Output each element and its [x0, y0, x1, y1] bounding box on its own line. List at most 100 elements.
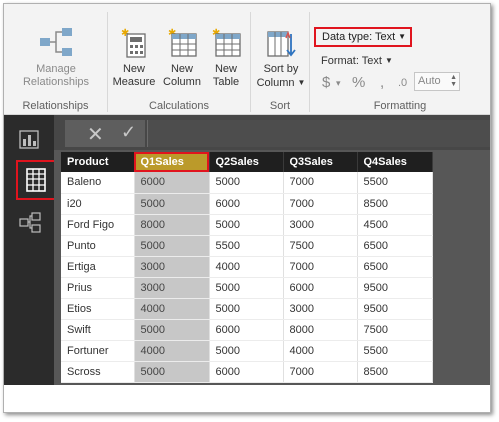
- table-cell[interactable]: 6000: [134, 172, 210, 194]
- relationships-group: Manage Relationships Relationships: [4, 4, 107, 114]
- table-cell[interactable]: 5000: [134, 319, 210, 341]
- table-cell[interactable]: 5000: [209, 214, 284, 236]
- table-row: Etios 4000 5000 3000 9500: [61, 298, 433, 320]
- table-cell[interactable]: 3000: [134, 256, 210, 278]
- sort-group-label: Sort: [269, 100, 291, 112]
- table-cell[interactable]: 6000: [209, 361, 284, 383]
- table-cell[interactable]: 7000: [283, 361, 358, 383]
- table-cell[interactable]: Scross: [61, 361, 135, 383]
- ribbon: Manage Relationships Relationships ✱ New…: [4, 4, 490, 115]
- formatting-group-label: Formatting: [373, 100, 427, 112]
- column-header[interactable]: Q4Sales: [357, 152, 433, 172]
- column-header[interactable]: Q2Sales: [209, 152, 284, 172]
- manage-relationships-button[interactable]: Manage Relationships: [10, 26, 102, 89]
- table-cell[interactable]: 6000: [283, 277, 358, 299]
- table-cell[interactable]: 5000: [209, 340, 284, 362]
- manage-relationships-label-2: Relationships: [22, 76, 90, 88]
- table-cell[interactable]: Punto: [61, 235, 135, 257]
- app-window: Manage Relationships Relationships ✱ New…: [3, 3, 491, 413]
- table-cell[interactable]: 5000: [209, 277, 284, 299]
- table-cell[interactable]: 8500: [357, 361, 433, 383]
- new-column-button[interactable]: ✱ New Column: [160, 26, 204, 89]
- sort-by-column-button[interactable]: Sort by Column ▼: [255, 26, 307, 90]
- formula-bar-buttons: ✕ ✓: [65, 120, 145, 147]
- table-cell[interactable]: 5000: [134, 235, 210, 257]
- check-icon[interactable]: ✓: [121, 122, 136, 143]
- table-cell[interactable]: 5000: [209, 172, 284, 194]
- new-measure-button[interactable]: ✱ New Measure: [112, 26, 156, 89]
- table-row: Ertiga 3000 4000 7000 6500: [61, 256, 433, 278]
- table-cell[interactable]: 9500: [357, 277, 433, 299]
- data-table: Product Q1Sales Q2Sales Q3Sales Q4Sales …: [61, 152, 433, 383]
- table-cell[interactable]: 8000: [283, 319, 358, 341]
- table-cell[interactable]: 6500: [357, 256, 433, 278]
- calculator-icon: ✱: [121, 28, 146, 58]
- table-row: Swift 5000 6000 8000 7500: [61, 319, 433, 341]
- table-row: Baleno 6000 5000 7000 5500: [61, 172, 433, 194]
- table-cell[interactable]: 3000: [283, 298, 358, 320]
- bar-chart-icon: [19, 130, 39, 149]
- table-cell[interactable]: Fortuner: [61, 340, 135, 362]
- table-cell[interactable]: Prius: [61, 277, 135, 299]
- table-cell[interactable]: 6500: [357, 235, 433, 257]
- close-icon[interactable]: ✕: [87, 122, 104, 147]
- new-column-icon: ✱: [168, 28, 197, 57]
- table-cell[interactable]: Baleno: [61, 172, 135, 194]
- formula-input[interactable]: [147, 120, 490, 147]
- table-cell[interactable]: 5000: [209, 298, 284, 320]
- new-column-label-2: Column: [163, 76, 201, 88]
- table-cell[interactable]: 5000: [134, 193, 210, 215]
- calculations-group-label: Calculations: [149, 100, 209, 112]
- table-header-row: Product Q1Sales Q2Sales Q3Sales Q4Sales: [61, 152, 433, 172]
- table-cell[interactable]: Swift: [61, 319, 135, 341]
- new-table-button[interactable]: ✱ New Table: [206, 26, 246, 89]
- relationships-view-button[interactable]: [4, 203, 54, 245]
- table-cell[interactable]: 5500: [209, 235, 284, 257]
- new-column-label-1: New: [170, 63, 193, 75]
- table-row: Ford Figo 8000 5000 3000 4500: [61, 214, 433, 236]
- formatting-group: Formatting: [310, 4, 490, 114]
- table-cell[interactable]: 8000: [134, 214, 210, 236]
- column-header[interactable]: Q3Sales: [283, 152, 358, 172]
- table-cell[interactable]: 7000: [283, 256, 358, 278]
- report-view-button[interactable]: [4, 117, 54, 159]
- table-cell[interactable]: 3000: [134, 277, 210, 299]
- table-cell[interactable]: 4000: [209, 256, 284, 278]
- table-cell[interactable]: 5000: [134, 361, 210, 383]
- table-row: Prius 3000 5000 6000 9500: [61, 277, 433, 299]
- sort-icon: [267, 30, 296, 57]
- table-cell[interactable]: 7500: [357, 319, 433, 341]
- sort-by-label-2: Column ▼: [255, 76, 307, 90]
- table-cell[interactable]: 7000: [283, 172, 358, 194]
- table-cell[interactable]: 5500: [357, 172, 433, 194]
- chevron-down-icon: ▼: [297, 78, 306, 87]
- table-cell[interactable]: 3000: [283, 214, 358, 236]
- table-cell[interactable]: Ford Figo: [61, 214, 135, 236]
- relationships-icon: [40, 28, 72, 56]
- table-cell[interactable]: 5500: [357, 340, 433, 362]
- column-header-selected[interactable]: Q1Sales: [134, 152, 210, 172]
- table-cell[interactable]: 4000: [134, 298, 210, 320]
- table-cell[interactable]: 8500: [357, 193, 433, 215]
- new-measure-label-2: Measure: [112, 76, 156, 88]
- table-cell[interactable]: Ertiga: [61, 256, 135, 278]
- column-header[interactable]: Product: [61, 152, 135, 172]
- table-cell[interactable]: 6000: [209, 193, 284, 215]
- table-row: Punto 5000 5500 7500 6500: [61, 235, 433, 257]
- table-cell[interactable]: 7000: [283, 193, 358, 215]
- table-cell[interactable]: i20: [61, 193, 135, 215]
- table-row: i20 5000 6000 7000 8500: [61, 193, 433, 215]
- table-cell[interactable]: 4000: [283, 340, 358, 362]
- table-cell[interactable]: 4500: [357, 214, 433, 236]
- calculations-group: ✱ New Measure ✱ New Column: [108, 4, 250, 114]
- sort-group: Sort by Column ▼ Sort: [251, 4, 309, 114]
- table-cell[interactable]: Etios: [61, 298, 135, 320]
- table-cell[interactable]: 4000: [134, 340, 210, 362]
- table-row: Fortuner 4000 5000 4000 5500: [61, 340, 433, 362]
- sort-by-label-2-text: Column: [256, 77, 295, 89]
- table-cell[interactable]: 7500: [283, 235, 358, 257]
- table-cell[interactable]: 9500: [357, 298, 433, 320]
- new-measure-label-1: New: [122, 63, 145, 75]
- table-cell[interactable]: 6000: [209, 319, 284, 341]
- data-canvas: ✕ ✓ Product Q1Sales Q2Sales Q3Sales Q4Sa…: [54, 115, 490, 385]
